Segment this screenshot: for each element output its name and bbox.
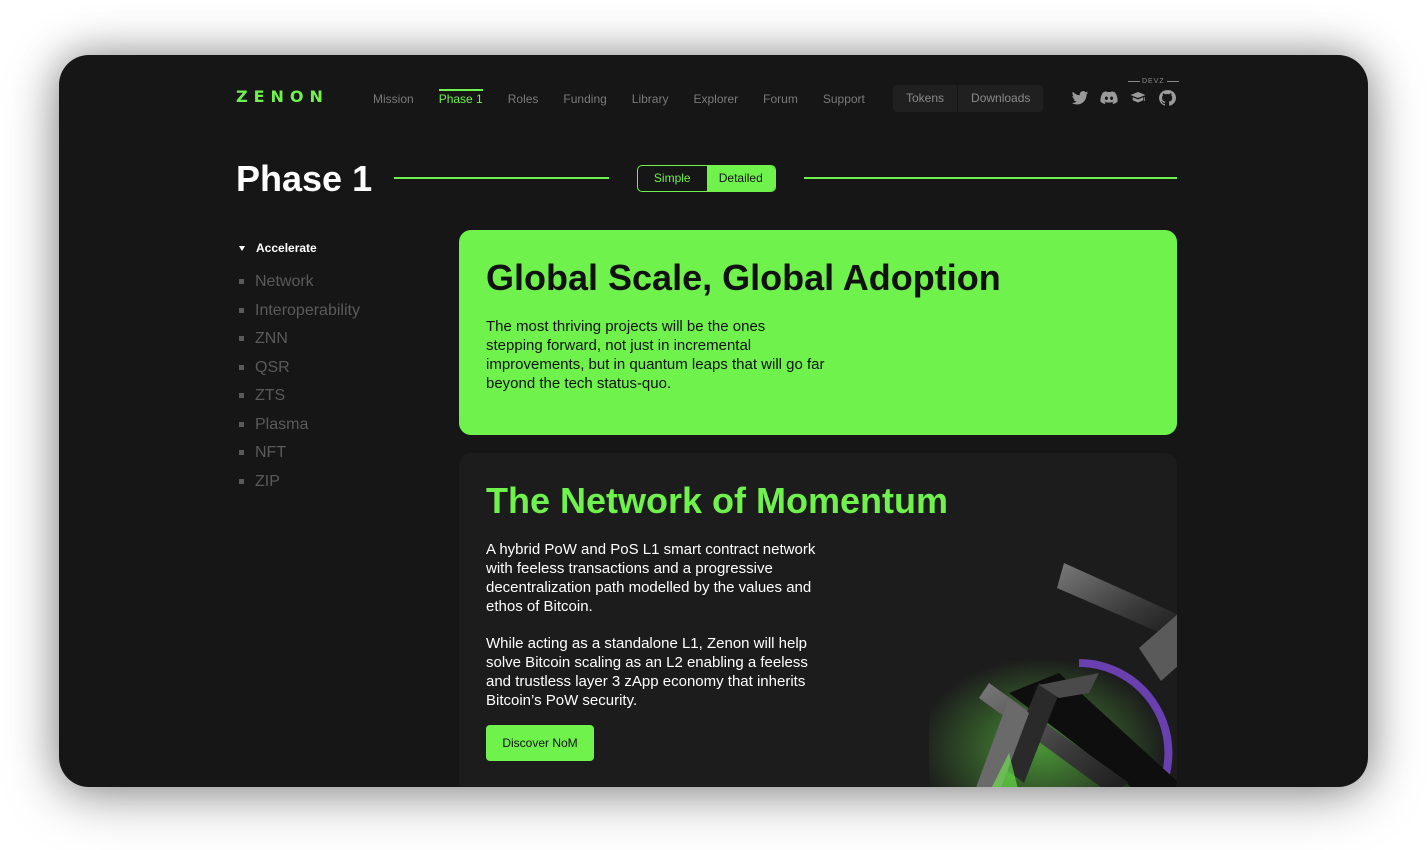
sidebar-item-label: NFT (255, 444, 287, 461)
sidebar-item-interoperability[interactable]: Interoperability (239, 302, 360, 331)
sidebar-list: Network Interoperability ZNN QSR ZTS Pla… (239, 273, 360, 501)
discover-nom-button[interactable]: Discover NoM (486, 725, 594, 761)
nav-explorer[interactable]: Explorer (693, 91, 738, 107)
title-divider-left (394, 177, 609, 179)
sidebar-item-label: Network (255, 273, 314, 290)
nav-library[interactable]: Library (632, 91, 669, 107)
browser-frame: ZENON Mission Phase 1 Roles Funding Libr… (59, 55, 1368, 787)
sidebar-item-label: Plasma (255, 415, 309, 433)
bullet-icon (239, 279, 244, 285)
title-divider-right (804, 177, 1177, 179)
sidebar-section-accelerate[interactable]: Accelerate (239, 241, 317, 255)
tokens-button[interactable]: Tokens (893, 85, 957, 112)
sidebar-item-nft[interactable]: NFT (239, 444, 360, 473)
twitter-icon[interactable] (1070, 89, 1090, 107)
page-title: Phase 1 (236, 158, 373, 199)
zenon-logo[interactable]: ZENON (236, 87, 329, 106)
sidebar-item-label: ZIP (255, 472, 280, 490)
sidebar-item-label: QSR (255, 358, 290, 376)
card-global-scale: Global Scale, Global Adoption The most t… (459, 230, 1177, 435)
nav-phase-1[interactable]: Phase 1 (438, 89, 483, 107)
toggle-detailed[interactable]: Detailed (706, 166, 775, 191)
nav-mission[interactable]: Mission (373, 91, 414, 107)
github-icon[interactable] (1157, 89, 1177, 107)
sidebar-item-network[interactable]: Network (239, 273, 360, 302)
card-body: The most thriving projects will be the o… (486, 318, 825, 392)
toggle-simple[interactable]: Simple (638, 166, 707, 191)
sidebar-item-znn[interactable]: ZNN (239, 330, 360, 359)
discord-icon[interactable] (1099, 89, 1119, 107)
card-body-1: A hybrid PoW and PoS L1 smart contract n… (486, 541, 816, 615)
card-body-2: While acting as a standalone L1, Zenon w… (486, 635, 808, 709)
nav-forum[interactable]: Forum (763, 91, 798, 107)
sidebar-item-zts[interactable]: ZTS (239, 387, 360, 416)
nav-funding[interactable]: Funding (563, 91, 606, 107)
bullet-icon (239, 336, 244, 342)
devz-label: DEVZ (1128, 78, 1179, 85)
sidebar-item-zip[interactable]: ZIP (239, 473, 360, 502)
bullet-icon (239, 364, 244, 370)
header-pill-group: Tokens Downloads (893, 85, 1044, 112)
bullet-icon (239, 307, 244, 313)
main-nav: Mission Phase 1 Roles Funding Library Ex… (373, 89, 890, 107)
nav-roles[interactable]: Roles (508, 91, 539, 107)
bullet-icon (239, 393, 244, 399)
social-links (1070, 89, 1177, 107)
sidebar-item-plasma[interactable]: Plasma (239, 416, 360, 445)
bullet-icon (239, 450, 244, 456)
view-toggle: Simple Detailed (637, 165, 776, 192)
card-title: The Network of Momentum (486, 480, 949, 521)
card-network-of-momentum: The Network of Momentum A hybrid PoW and… (459, 453, 1177, 787)
downloads-button[interactable]: Downloads (957, 85, 1043, 112)
nav-support[interactable]: Support (823, 91, 865, 107)
card-title: Global Scale, Global Adoption (486, 257, 1001, 298)
bullet-icon (239, 478, 244, 484)
bullet-icon (239, 421, 244, 427)
caret-down-icon (239, 246, 245, 252)
sidebar-item-label: ZNN (255, 330, 288, 347)
sidebar-item-qsr[interactable]: QSR (239, 359, 360, 388)
sidebar-item-label: Interoperability (255, 301, 360, 319)
zenon-arrow-illustration (929, 563, 1177, 787)
sidebar-item-label: ZTS (255, 387, 286, 404)
book-icon[interactable] (1128, 89, 1148, 107)
sidebar-heading: Accelerate (256, 241, 317, 255)
